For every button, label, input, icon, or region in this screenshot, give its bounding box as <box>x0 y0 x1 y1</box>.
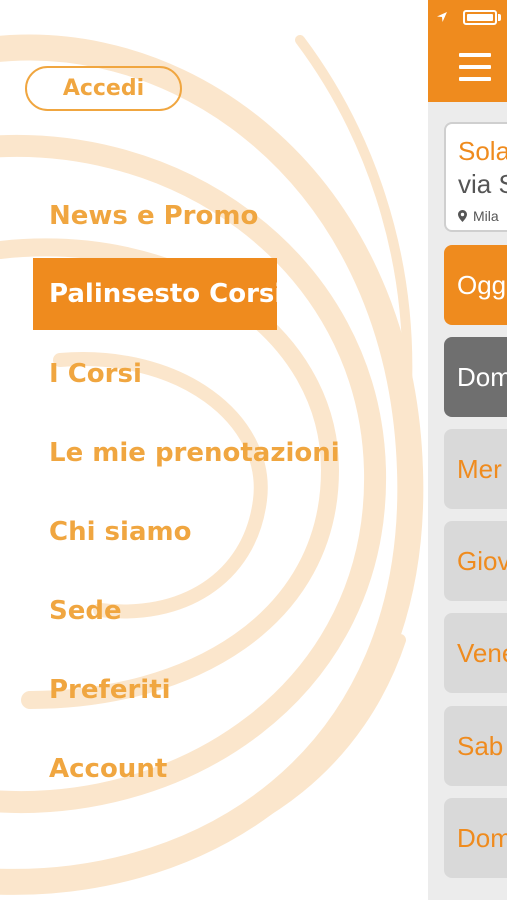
menu-item-chi-siamo[interactable]: Chi siamo <box>49 510 191 554</box>
day-button-friday[interactable]: Vene <box>444 613 507 693</box>
menu-item-i-corsi[interactable]: I Corsi <box>49 352 142 396</box>
day-button-thursday[interactable]: Giov <box>444 521 507 601</box>
venue-street: via S <box>458 169 507 199</box>
menu-item-palinsesto-corsi[interactable]: Palinsesto Corsi <box>33 258 283 330</box>
location-arrow-icon <box>437 12 447 22</box>
battery-icon <box>463 10 497 25</box>
battery-tip <box>498 14 501 21</box>
day-button-saturday[interactable]: Sab <box>444 706 507 786</box>
menu-item-sede[interactable]: Sede <box>49 589 122 633</box>
menu-item-news-promo[interactable]: News e Promo <box>49 194 258 238</box>
navigation-drawer: Accedi News e Promo Palinsesto Corsi I C… <box>0 0 428 900</box>
venue-city: Mila <box>473 208 499 224</box>
day-button-sunday-next[interactable]: Dom <box>444 798 507 878</box>
venue-card[interactable]: Sola via S Mila <box>444 122 507 232</box>
login-button[interactable]: Accedi <box>25 66 182 111</box>
menu-icon[interactable] <box>459 51 491 83</box>
day-button-sunday[interactable]: Dom <box>444 337 507 417</box>
map-pin-icon <box>458 210 467 222</box>
menu-item-account[interactable]: Account <box>49 747 167 791</box>
day-button-today[interactable]: Ogg <box>444 245 507 325</box>
venue-name: Sola <box>458 136 507 166</box>
top-bar <box>428 0 507 102</box>
venue-city-row: Mila <box>458 208 507 224</box>
menu-item-le-mie-prenotazioni[interactable]: Le mie prenotazioni <box>49 431 340 475</box>
menu-item-preferiti[interactable]: Preferiti <box>49 668 171 712</box>
day-button-wednesday[interactable]: Mer <box>444 429 507 509</box>
main-content[interactable]: Sola via S Mila Ogg Dom Mer Giov Vene Sa… <box>428 0 507 900</box>
